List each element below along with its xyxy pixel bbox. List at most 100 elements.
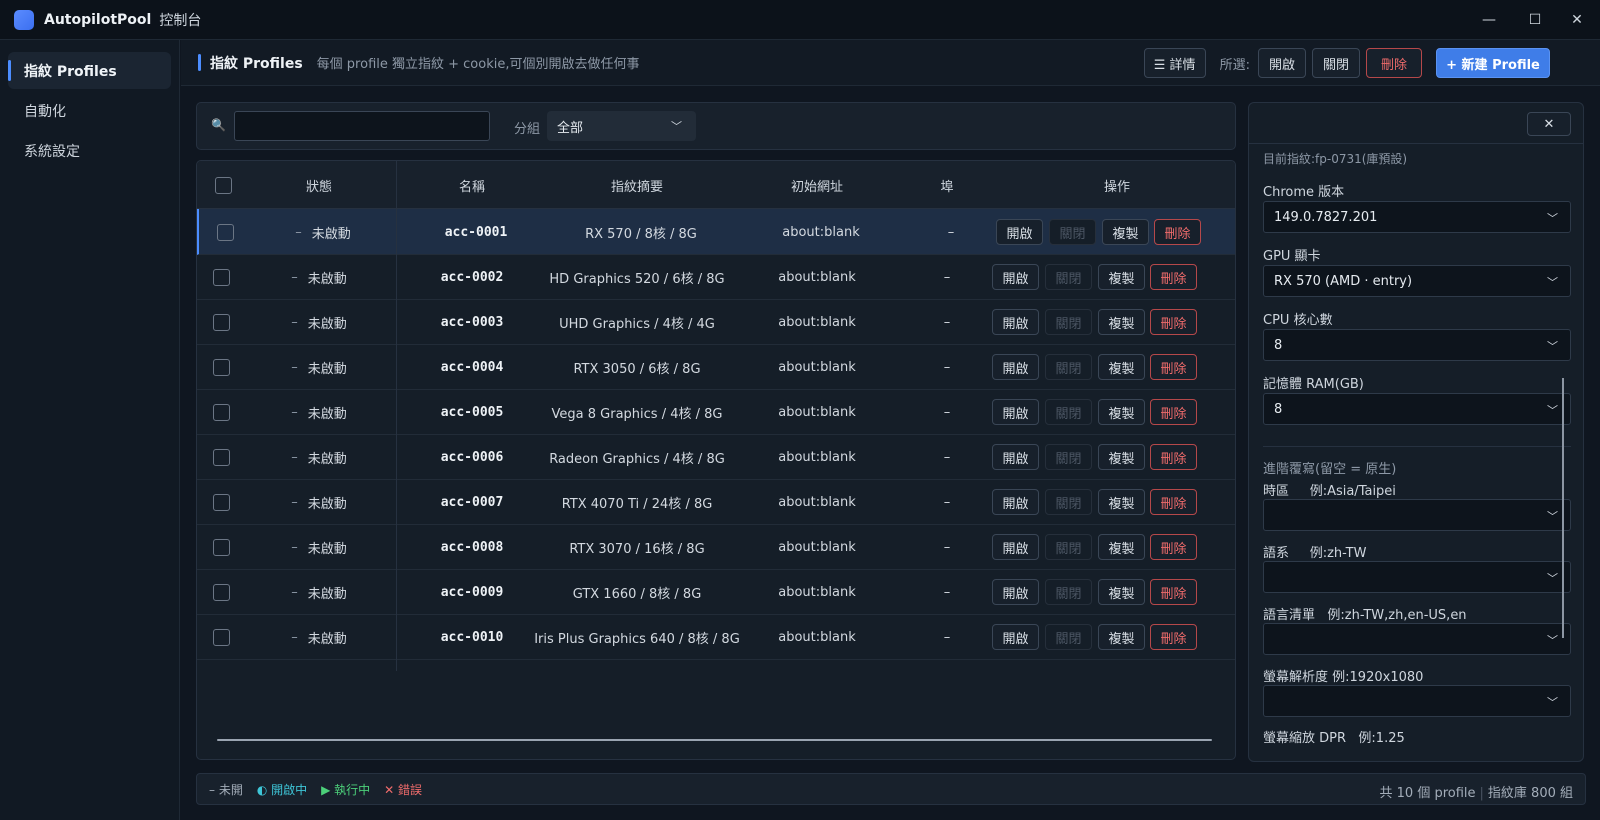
resolution-input[interactable]: ﹀ <box>1263 685 1571 717</box>
row-delete-button[interactable]: 刪除 <box>1150 264 1197 290</box>
cpu-select[interactable]: 8 ﹀ <box>1263 329 1571 361</box>
row-close-button[interactable]: 關閉 <box>1045 444 1092 470</box>
port: – <box>943 314 951 330</box>
details-button[interactable]: ☰ 詳情 <box>1143 48 1206 78</box>
row-delete-button[interactable]: 刪除 <box>1150 534 1197 560</box>
status-text: 未啟動 <box>307 361 347 377</box>
table-row[interactable]: – 未啟動 acc-0001 RX 570 / 8核 / 8G about:bla… <box>197 209 1235 255</box>
row-delete-button[interactable]: 刪除 <box>1150 399 1197 425</box>
select-all-checkbox[interactable] <box>214 176 232 194</box>
search-input[interactable] <box>234 111 490 141</box>
status-text: 未啟動 <box>307 586 347 602</box>
row-delete-button[interactable]: 刪除 <box>1150 354 1197 380</box>
row-open-button[interactable]: 開啟 <box>992 579 1039 605</box>
col-status[interactable]: 狀態 <box>247 161 391 209</box>
ram-select[interactable]: 8 ﹀ <box>1263 393 1571 425</box>
row-close-button[interactable]: 關閉 <box>1045 354 1092 380</box>
row-copy-button[interactable]: 複製 <box>1098 624 1145 650</box>
start-url: about:blank <box>778 269 856 285</box>
row-open-button[interactable]: 開啟 <box>992 534 1039 560</box>
profile-name: acc-0004 <box>440 359 504 375</box>
row-close-button[interactable]: 關閉 <box>1045 534 1092 560</box>
row-copy-button[interactable]: 複製 <box>1098 444 1145 470</box>
table-row[interactable]: – 未啟動 acc-0004 RTX 3050 / 6核 / 8G about:b… <box>197 344 1235 390</box>
detail-close-button[interactable]: ✕ <box>1527 112 1571 136</box>
row-delete-button[interactable]: 刪除 <box>1154 219 1201 245</box>
row-checkbox[interactable] <box>212 403 230 421</box>
col-port[interactable]: 埠 <box>907 161 987 209</box>
row-open-button[interactable]: 開啟 <box>992 624 1039 650</box>
row-copy-button[interactable]: 複製 <box>1098 399 1145 425</box>
row-delete-button[interactable]: 刪除 <box>1150 489 1197 515</box>
group-select[interactable]: 全部 ﹀ <box>547 111 696 141</box>
row-checkbox[interactable] <box>212 493 230 511</box>
row-delete-button[interactable]: 刪除 <box>1150 624 1197 650</box>
chrome-version-select[interactable]: 149.0.7827.201 ﹀ <box>1263 201 1571 233</box>
status-cell: – 未啟動 <box>247 569 391 615</box>
table-row[interactable]: – 未啟動 acc-0009 GTX 1660 / 8核 / 8G about:b… <box>197 569 1235 615</box>
languages-input[interactable]: ﹀ <box>1263 623 1571 655</box>
row-close-button[interactable]: 關閉 <box>1045 579 1092 605</box>
row-checkbox[interactable] <box>212 358 230 376</box>
row-close-button[interactable]: 關閉 <box>1045 624 1092 650</box>
table-row[interactable]: – 未啟動 acc-0007 RTX 4070 Ti / 24核 / 8G abo… <box>197 479 1235 525</box>
fingerprint-summary: RTX 4070 Ti / 24核 / 8G <box>561 496 713 512</box>
locale-input[interactable]: ﹀ <box>1263 561 1571 593</box>
row-copy-button[interactable]: 複製 <box>1098 489 1145 515</box>
sidebar-item-settings[interactable]: 系統設定 <box>8 132 171 169</box>
table-row[interactable]: – 未啟動 acc-0005 Vega 8 Graphics / 4核 / 8G … <box>197 389 1235 435</box>
sidebar-item-automation[interactable]: 自動化 <box>8 92 171 129</box>
gpu-select[interactable]: RX 570 (AMD · entry) ﹀ <box>1263 265 1571 297</box>
row-delete-button[interactable]: 刪除 <box>1150 309 1197 335</box>
bulk-delete-button[interactable]: 刪除 <box>1366 48 1422 78</box>
bulk-open-button[interactable]: 開啟 <box>1258 48 1306 78</box>
chevron-down-icon: ﹀ <box>1547 276 1558 289</box>
row-checkbox[interactable] <box>212 268 230 286</box>
table-row[interactable]: – 未啟動 acc-0003 UHD Graphics / 4核 / 4G abo… <box>197 299 1235 345</box>
row-checkbox[interactable] <box>212 448 230 466</box>
maximize-button[interactable]: ☐ <box>1512 0 1558 40</box>
row-copy-button[interactable]: 複製 <box>1098 264 1145 290</box>
row-open-button[interactable]: 開啟 <box>992 264 1039 290</box>
table-row[interactable]: – 未啟動 acc-0006 Radeon Graphics / 4核 / 8G … <box>197 434 1235 480</box>
row-close-button[interactable]: 關閉 <box>1045 489 1092 515</box>
row-checkbox[interactable] <box>212 583 230 601</box>
table-row[interactable]: – 未啟動 acc-0008 RTX 3070 / 16核 / 8G about:… <box>197 524 1235 570</box>
row-close-button[interactable]: 關閉 <box>1049 219 1096 245</box>
row-delete-button[interactable]: 刪除 <box>1150 579 1197 605</box>
sidebar-item-profiles[interactable]: 指紋 Profiles <box>8 52 171 89</box>
bulk-close-button[interactable]: 關閉 <box>1312 48 1360 78</box>
row-copy-button[interactable]: 複製 <box>1098 309 1145 335</box>
col-name[interactable]: 名稱 <box>397 161 547 209</box>
row-copy-button[interactable]: 複製 <box>1098 579 1145 605</box>
row-checkbox[interactable] <box>212 313 230 331</box>
minimize-button[interactable]: — <box>1466 0 1512 40</box>
close-window-button[interactable]: ✕ <box>1554 0 1600 40</box>
row-close-button[interactable]: 關閉 <box>1045 309 1092 335</box>
port: – <box>943 539 951 555</box>
row-open-button[interactable]: 開啟 <box>992 354 1039 380</box>
col-summary[interactable]: 指紋摘要 <box>547 161 727 209</box>
row-open-button[interactable]: 開啟 <box>992 444 1039 470</box>
col-url[interactable]: 初始網址 <box>727 161 907 209</box>
row-checkbox[interactable] <box>216 223 234 241</box>
table-row[interactable]: – 未啟動 acc-0010 Iris Plus Graphics 640 / 8… <box>197 614 1235 660</box>
row-open-button[interactable]: 開啟 <box>996 219 1043 245</box>
status-off-icon: – <box>291 359 298 375</box>
row-open-button[interactable]: 開啟 <box>992 489 1039 515</box>
row-checkbox[interactable] <box>212 628 230 646</box>
row-open-button[interactable]: 開啟 <box>992 399 1039 425</box>
timezone-input[interactable]: ﹀ <box>1263 499 1571 531</box>
table-row[interactable]: – 未啟動 acc-0002 HD Graphics 520 / 6核 / 8G … <box>197 254 1235 300</box>
vertical-scrollbar[interactable] <box>1562 378 1564 638</box>
row-open-button[interactable]: 開啟 <box>992 309 1039 335</box>
row-copy-button[interactable]: 複製 <box>1098 534 1145 560</box>
row-checkbox[interactable] <box>212 538 230 556</box>
row-copy-button[interactable]: 複製 <box>1098 354 1145 380</box>
row-copy-button[interactable]: 複製 <box>1102 219 1149 245</box>
horizontal-scrollbar[interactable] <box>217 739 1212 741</box>
row-close-button[interactable]: 關閉 <box>1045 399 1092 425</box>
row-close-button[interactable]: 關閉 <box>1045 264 1092 290</box>
new-profile-button[interactable]: + 新建 Profile <box>1436 48 1550 78</box>
row-delete-button[interactable]: 刪除 <box>1150 444 1197 470</box>
